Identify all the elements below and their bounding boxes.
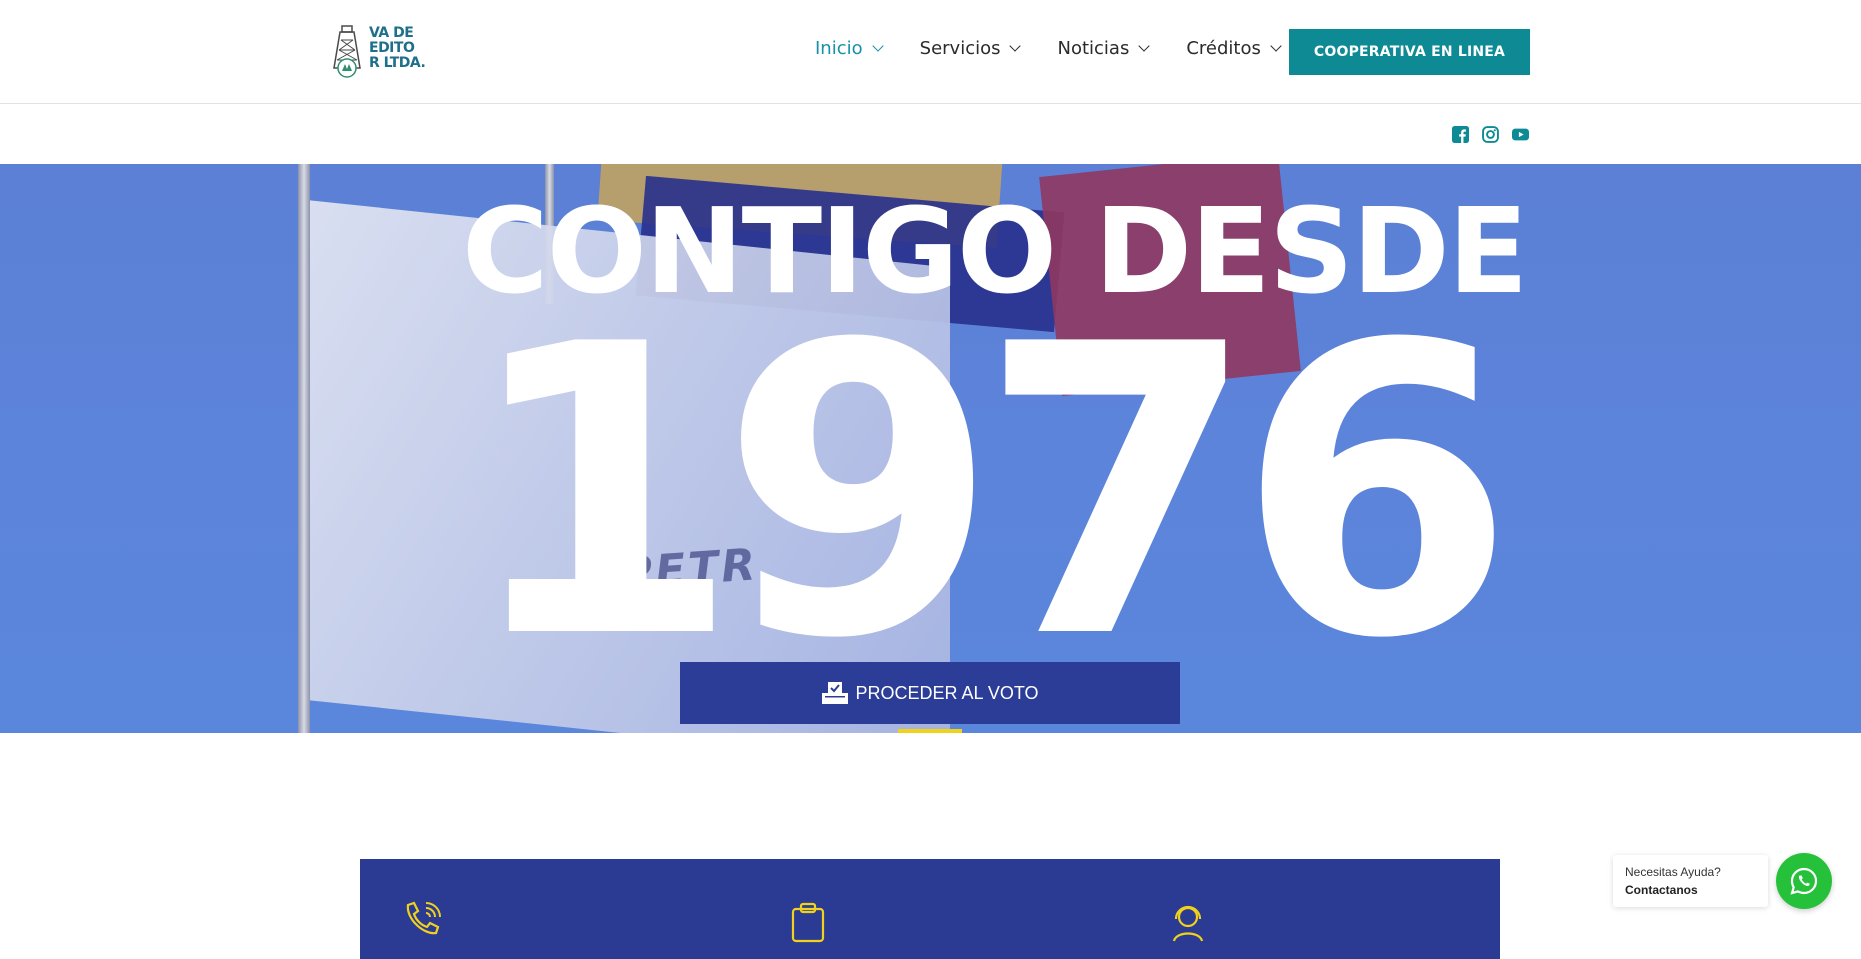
facebook-icon[interactable] [1452,126,1469,143]
help-contact: Contactanos [1625,883,1698,897]
nav-item-inicio[interactable]: Inicio [815,38,884,59]
nav-item-label: Noticias [1057,38,1130,59]
whatsapp-button[interactable] [1776,853,1832,909]
phone-icon[interactable] [400,899,444,943]
site-header: VA DE EDITO R LTDA. Inicio Servicios Not… [0,0,1861,104]
vote-button-label: PROCEDER AL VOTO [855,682,1039,703]
whatsapp-icon [1790,867,1818,895]
nav-item-label: Créditos [1186,38,1261,59]
nav-item-servicios[interactable]: Servicios [919,38,1022,59]
oil-derrick-logo-icon [333,25,361,78]
hero-year: 1976 [462,261,1515,726]
clipboard-icon[interactable] [786,899,830,943]
chevron-down-icon [1138,40,1150,52]
support-agent-icon[interactable] [1166,899,1210,943]
ballot-box-icon [822,682,849,704]
flag-pole [298,164,310,733]
nav-item-noticias[interactable]: Noticias [1057,38,1150,59]
help-question: Necesitas Ayuda? [1625,865,1721,879]
social-bar [0,104,1861,163]
hero-banner: PETR CONTIGO DESDE 1976 PROCEDER AL VOTO [0,164,1861,733]
site-logo[interactable]: VA DE EDITO R LTDA. [330,24,426,78]
nav-item-creditos[interactable]: Créditos [1186,38,1282,59]
nav-item-label: Servicios [919,38,1001,59]
chevron-down-icon [1009,40,1022,52]
cooperativa-en-linea-button[interactable]: COOPERATIVA EN LINEA [1289,29,1530,75]
logo-text: VA DE EDITO R LTDA. [369,25,426,71]
help-tooltip[interactable]: Necesitas Ayuda? Contactanos [1613,855,1768,907]
chevron-down-icon [871,40,884,52]
chevron-down-icon [1270,40,1282,52]
instagram-icon[interactable] [1482,126,1499,143]
hero-accent-line [898,729,962,733]
youtube-icon[interactable] [1512,126,1529,143]
proceder-al-voto-button[interactable]: PROCEDER AL VOTO [680,662,1180,724]
nav-item-label: Inicio [815,38,863,59]
main-nav: Inicio Servicios Noticias Créditos [815,38,1318,59]
info-bar [360,859,1500,959]
